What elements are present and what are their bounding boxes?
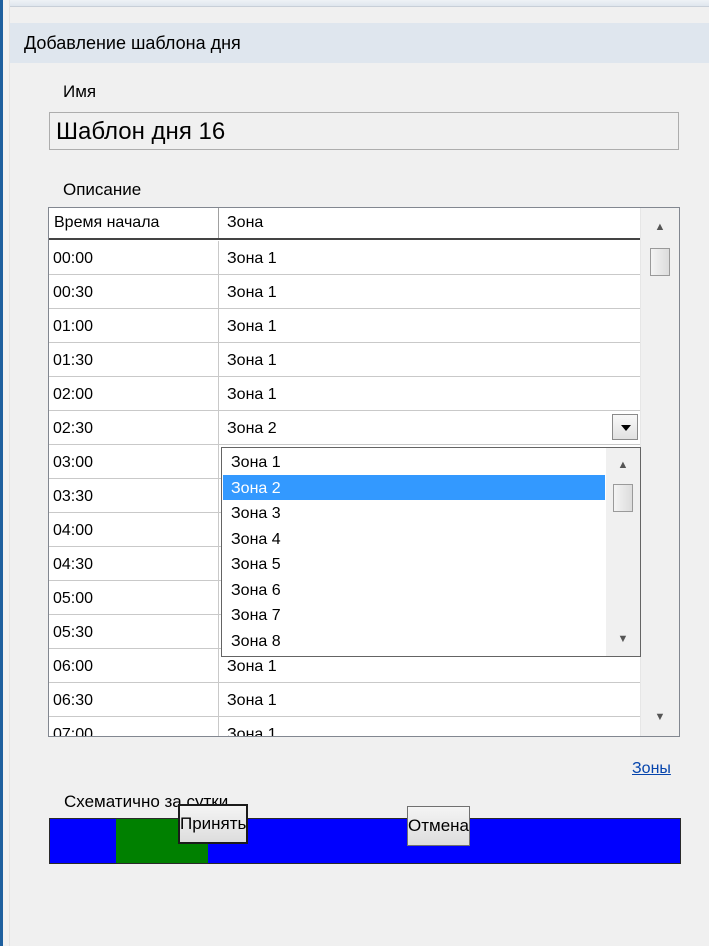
start-time-cell[interactable]: 03:30 [49, 479, 219, 512]
start-time-cell[interactable]: 01:30 [49, 343, 219, 376]
zones-link[interactable]: Зоны [632, 760, 671, 778]
zone-dropdown-list[interactable]: Зона 1 Зона 2 Зона 3 Зона 4 Зона 5 Зона 6 Зона… [221, 447, 641, 657]
name-field[interactable]: Шаблон дня 16 [49, 112, 679, 150]
zone-cell-text: Зона 1 [227, 692, 277, 709]
start-time-cell[interactable]: 06:00 [49, 649, 219, 682]
table-row[interactable]: 00:30 Зона 1 [49, 275, 641, 309]
zone-combobox[interactable]: Зона 2 [219, 411, 641, 444]
dropdown-scroll-thumb[interactable] [613, 484, 633, 512]
scroll-down-arrow-icon[interactable]: ▼ [641, 702, 679, 732]
dropdown-option[interactable]: Зона 2 [223, 474, 605, 500]
table-row[interactable]: 01:30 Зона 1 [49, 343, 641, 377]
zone-cell-text: Зона 1 [227, 386, 277, 403]
start-time-cell[interactable]: 05:00 [49, 581, 219, 614]
schematic-segment [50, 819, 116, 863]
table-row[interactable]: 01:00 Зона 1 [49, 309, 641, 343]
table-row[interactable]: 07:00 Зона 1 [49, 717, 641, 737]
zone-cell-text: Зона 1 [227, 250, 277, 267]
day-schematic-bar [49, 818, 681, 864]
start-time-cell[interactable]: 04:30 [49, 547, 219, 580]
dropdown-option[interactable]: Зона 8 [223, 628, 605, 653]
chevron-down-icon[interactable] [612, 414, 638, 440]
start-time-cell[interactable]: 05:30 [49, 615, 219, 648]
zone-cell[interactable]: Зона 1 [219, 717, 641, 737]
start-time-cell[interactable]: 00:30 [49, 275, 219, 308]
description-label: Описание [63, 180, 142, 199]
column-header-zone[interactable]: Зона [219, 208, 641, 238]
table-row[interactable]: 02:30 Зона 2 [49, 411, 641, 445]
grid-header: Время начала Зона [49, 208, 641, 240]
dialog-window: Добавление шаблона дня Имя Шаблон дня 16… [0, 0, 709, 946]
window-frame-left [0, 0, 10, 946]
start-time-cell[interactable]: 02:30 [49, 411, 219, 444]
start-time-cell[interactable]: 01:00 [49, 309, 219, 342]
dropdown-option[interactable]: Зона 5 [223, 551, 605, 576]
zone-cell[interactable]: Зона 1 [219, 377, 641, 410]
dropdown-option[interactable]: Зона 4 [223, 526, 605, 551]
zone-cell-text: Зона 1 [227, 658, 277, 675]
zone-cell-text: Зона 1 [227, 352, 277, 369]
scroll-down-arrow-icon[interactable]: ▼ [606, 624, 640, 654]
name-label: Имя [63, 82, 97, 101]
accept-button[interactable]: Принять [178, 804, 249, 844]
window-title: Добавление шаблона дня [24, 33, 241, 53]
table-row[interactable]: 00:00 Зона 1 [49, 241, 641, 275]
zone-cell[interactable]: Зона 1 [219, 309, 641, 342]
zone-cell[interactable]: Зона 1 [219, 241, 641, 274]
zone-cell-text: Зона 1 [227, 726, 277, 737]
start-time-cell[interactable]: 03:00 [49, 445, 219, 478]
dropdown-option[interactable]: Зона 6 [223, 577, 605, 602]
scroll-up-arrow-icon[interactable]: ▲ [641, 212, 679, 242]
cancel-button[interactable]: Отмена [407, 806, 470, 846]
dropdown-vertical-scrollbar[interactable]: ▲ ▼ [606, 448, 640, 656]
start-time-cell[interactable]: 02:00 [49, 377, 219, 410]
table-row[interactable]: 02:00 Зона 1 [49, 377, 641, 411]
grid-scroll-thumb[interactable] [650, 248, 670, 276]
name-field-value: Шаблон дня 16 [56, 118, 226, 145]
zone-cell-text: Зона 2 [227, 420, 277, 437]
dropdown-option[interactable]: Зона 1 [223, 449, 605, 474]
zone-cell[interactable]: Зона 1 [219, 275, 641, 308]
scroll-up-arrow-icon[interactable]: ▲ [606, 450, 640, 480]
dropdown-option[interactable]: Зона 7 [223, 602, 605, 627]
title-bar[interactable]: Добавление шаблона дня [10, 23, 709, 63]
zone-cell[interactable]: Зона 1 [219, 683, 641, 716]
table-row[interactable]: 06:30 Зона 1 [49, 683, 641, 717]
column-header-start-time[interactable]: Время начала [49, 208, 219, 238]
zone-cell-text: Зона 1 [227, 284, 277, 301]
window-frame-top [0, 0, 709, 7]
grid-vertical-scrollbar[interactable]: ▲ ▼ [640, 208, 679, 736]
zone-cell-text: Зона 1 [227, 318, 277, 335]
start-time-cell[interactable]: 00:00 [49, 241, 219, 274]
start-time-cell[interactable]: 04:00 [49, 513, 219, 546]
dropdown-option[interactable]: Зона 3 [223, 500, 605, 525]
start-time-cell[interactable]: 06:30 [49, 683, 219, 716]
zone-cell[interactable]: Зона 1 [219, 343, 641, 376]
start-time-cell[interactable]: 07:00 [49, 717, 219, 736]
